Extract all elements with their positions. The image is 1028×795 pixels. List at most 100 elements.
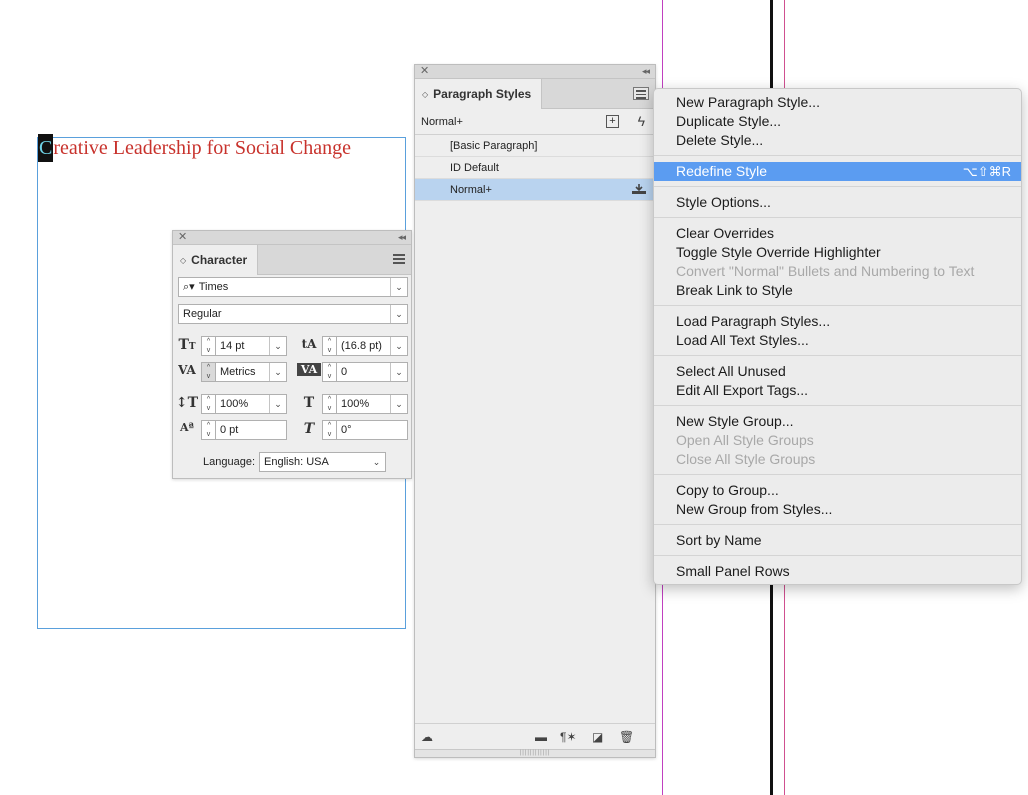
style-list: [Basic Paragraph] ID Default Normal+ <box>415 135 655 201</box>
panel-menu-icon[interactable] <box>633 87 649 100</box>
menu-separator <box>654 217 1021 218</box>
menu-item[interactable]: Break Link to Style <box>654 281 1021 300</box>
menu-item[interactable]: Duplicate Style... <box>654 112 1021 131</box>
quick-apply-icon[interactable]: ϟ <box>638 113 645 129</box>
menu-item[interactable]: Toggle Style Override Highlighter <box>654 243 1021 262</box>
resize-grip-icon[interactable]: |||||||||||| <box>415 749 655 757</box>
paragraph-styles-context-menu: New Paragraph Style... Duplicate Style...… <box>653 88 1022 585</box>
search-icon: ⌕▾ <box>183 281 195 293</box>
collapse-icon[interactable]: ◂◂ <box>642 65 650 78</box>
vertical-scale-input[interactable]: 100% ⌄ <box>215 394 287 414</box>
menu-item[interactable]: Style Options... <box>654 193 1021 212</box>
new-style-icon[interactable]: ◪ <box>592 730 603 744</box>
menu-item: Convert "Normal" Bullets and Numbering t… <box>654 262 1021 281</box>
chevron-down-icon[interactable]: ⌄ <box>269 395 286 413</box>
kerning-icon: VA <box>178 363 196 377</box>
horizontal-scale-value: 100% <box>341 398 370 410</box>
vertical-scale-stepper[interactable]: ^ v <box>201 394 215 414</box>
font-size-input[interactable]: 14 pt ⌄ <box>215 336 287 356</box>
updown-icon: ◇ <box>422 89 429 99</box>
menu-item-label: Edit All Export Tags... <box>676 382 809 398</box>
menu-item[interactable]: Redefine Style ⌥⇧⌘R <box>654 162 1021 181</box>
baseline-shift-input[interactable]: 0 pt <box>215 420 287 440</box>
collapse-icon[interactable]: ◂◂ <box>398 231 406 244</box>
menu-item[interactable]: New Group from Styles... <box>654 500 1021 519</box>
redefine-style-icon[interactable] <box>631 183 647 195</box>
chevron-down-icon[interactable]: ⌄ <box>368 453 385 471</box>
selected-char[interactable]: C <box>38 134 54 162</box>
chevron-down-icon[interactable]: ⌄ <box>390 395 407 413</box>
menu-item-label: Style Options... <box>676 194 771 210</box>
kerning-stepper[interactable]: ^ v <box>201 362 215 382</box>
leading-value: (16.8 pt) <box>341 340 382 352</box>
language-select[interactable]: English: USA ⌄ <box>259 452 386 472</box>
headline-text[interactable]: Creative Leadership for Social Change <box>38 134 351 162</box>
tab-character[interactable]: ◇ Character <box>173 245 259 275</box>
folder-icon[interactable]: ▬ <box>535 730 547 744</box>
tracking-input[interactable]: 0 ⌄ <box>336 362 408 382</box>
horizontal-scale-stepper[interactable]: ^ v <box>322 394 336 414</box>
kerning-input[interactable]: Metrics ⌄ <box>215 362 287 382</box>
leading-input[interactable]: (16.8 pt) ⌄ <box>336 336 408 356</box>
font-size-stepper[interactable]: ^ v <box>201 336 215 356</box>
menu-separator <box>654 555 1021 556</box>
baseline-shift-icon: Aª <box>180 421 194 434</box>
menu-item-label: Break Link to Style <box>676 282 793 298</box>
style-list-item[interactable]: Normal+ <box>415 179 655 201</box>
skew-value: 0° <box>341 424 352 436</box>
cc-library-icon[interactable]: ☁ <box>421 730 433 744</box>
style-list-item[interactable]: [Basic Paragraph] <box>415 135 655 157</box>
chevron-down-icon[interactable]: ⌄ <box>269 363 286 381</box>
menu-item[interactable]: Load Paragraph Styles... <box>654 312 1021 331</box>
menu-item[interactable]: Copy to Group... <box>654 481 1021 500</box>
panel-tab-row: ◇ Paragraph Styles <box>415 79 655 109</box>
font-style-field[interactable]: Regular ⌄ <box>178 304 408 324</box>
menu-item-label: Redefine Style <box>676 163 768 179</box>
headline-rest[interactable]: reative Leadership for Social Change <box>53 137 351 159</box>
menu-item-label: Load All Text Styles... <box>676 332 809 348</box>
menu-separator <box>654 355 1021 356</box>
chevron-down-icon[interactable]: ⌄ <box>390 305 407 323</box>
menu-item[interactable]: Clear Overrides <box>654 224 1021 243</box>
menu-item[interactable]: Load All Text Styles... <box>654 331 1021 350</box>
tracking-stepper[interactable]: ^ v <box>322 362 336 382</box>
menu-item[interactable]: New Style Group... <box>654 412 1021 431</box>
vertical-scale-value: 100% <box>220 398 249 410</box>
horizontal-scale-input[interactable]: 100% ⌄ <box>336 394 408 414</box>
new-style-from-selection-icon[interactable]: + <box>606 115 619 128</box>
panel-menu-icon[interactable] <box>393 254 405 264</box>
menu-item[interactable]: Delete Style... <box>654 131 1021 150</box>
panel-titlebar[interactable]: ✕ ◂◂ <box>415 65 655 79</box>
leading-stepper[interactable]: ^ v <box>322 336 336 356</box>
kerning-value: Metrics <box>220 366 256 378</box>
skew-input[interactable]: 0° <box>336 420 408 440</box>
menu-item: Close All Style Groups <box>654 450 1021 469</box>
current-style-label: Normal+ <box>421 115 463 128</box>
chevron-down-icon[interactable]: ⌄ <box>269 337 286 355</box>
tab-paragraph-styles[interactable]: ◇ Paragraph Styles <box>415 79 543 109</box>
font-style-value: Regular <box>183 308 222 320</box>
menu-separator <box>654 305 1021 306</box>
current-style-row: Normal+ + ϟ <box>415 109 655 135</box>
close-icon[interactable]: ✕ <box>178 231 187 244</box>
menu-item-label: Copy to Group... <box>676 482 779 498</box>
close-icon[interactable]: ✕ <box>420 65 429 78</box>
menu-item-label: Delete Style... <box>676 132 764 148</box>
menu-item[interactable]: New Paragraph Style... <box>654 93 1021 112</box>
clear-overrides-icon[interactable]: ¶✶ <box>560 730 577 744</box>
menu-item[interactable]: Select All Unused <box>654 362 1021 381</box>
chevron-down-icon[interactable]: ⌄ <box>390 337 407 355</box>
menu-item-shortcut: ⌥⇧⌘R <box>962 164 1011 179</box>
skew-stepper[interactable]: ^ v <box>322 420 336 440</box>
menu-item[interactable]: Sort by Name <box>654 531 1021 550</box>
font-family-field[interactable]: ⌕▾ Times ⌄ <box>178 277 408 297</box>
panel-titlebar[interactable]: ✕ ◂◂ <box>173 231 411 245</box>
menu-item[interactable]: Small Panel Rows <box>654 562 1021 581</box>
chevron-down-icon[interactable]: ⌄ <box>390 363 407 381</box>
trash-icon[interactable]: 🗑 <box>619 730 634 744</box>
chevron-down-icon[interactable]: ⌄ <box>390 278 407 296</box>
menu-separator <box>654 524 1021 525</box>
style-list-item[interactable]: ID Default <box>415 157 655 179</box>
baseline-shift-stepper[interactable]: ^ v <box>201 420 215 440</box>
menu-item[interactable]: Edit All Export Tags... <box>654 381 1021 400</box>
